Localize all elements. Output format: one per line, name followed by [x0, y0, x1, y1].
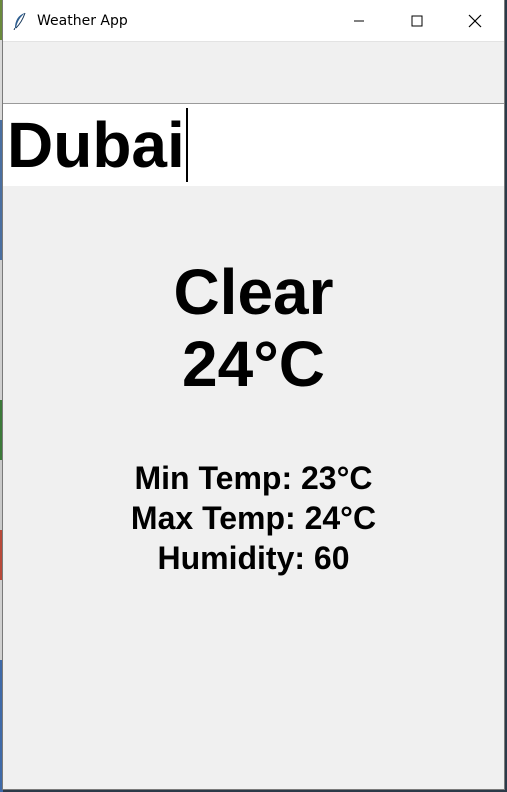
title-bar[interactable]: Weather App	[3, 0, 504, 42]
max-temp-label: Max Temp: 24°C	[130, 500, 377, 536]
min-temp-label: Min Temp: 23°C	[134, 460, 373, 496]
window-title: Weather App	[37, 12, 128, 29]
weather-app-window: Weather App Dubai Clear 24°C Min Temp: 2…	[2, 0, 505, 790]
city-entry-container[interactable]: Dubai	[3, 104, 504, 186]
minimize-button[interactable]	[330, 0, 388, 42]
humidity-label: Humidity: 60	[157, 540, 350, 576]
close-icon	[468, 14, 482, 27]
maximize-icon	[411, 15, 423, 26]
city-input[interactable]: Dubai	[7, 105, 185, 185]
weather-condition: Clear	[173, 256, 334, 328]
minimize-icon	[354, 20, 364, 21]
close-button[interactable]	[446, 0, 504, 42]
weather-details: Min Temp: 23°C Max Temp: 24°C Humidity: …	[3, 458, 504, 578]
top-spacer	[3, 42, 504, 104]
weather-display: Clear 24°C Min Temp: 23°C Max Temp: 24°C…	[3, 256, 504, 578]
feather-icon	[3, 12, 37, 30]
maximize-button[interactable]	[388, 0, 446, 42]
text-caret	[185, 108, 188, 182]
current-temperature: 24°C	[182, 328, 325, 400]
